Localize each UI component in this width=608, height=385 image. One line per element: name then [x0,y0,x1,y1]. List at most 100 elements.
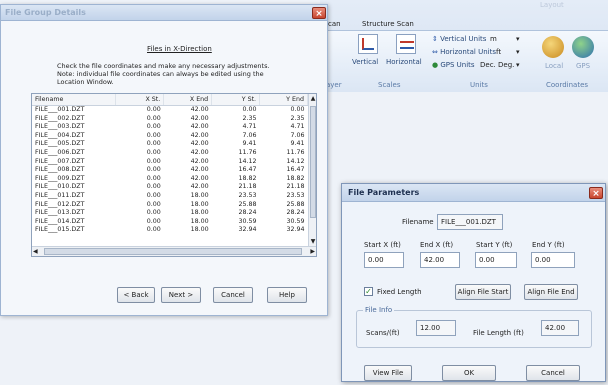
vertical-button[interactable]: Vertical [352,58,378,66]
table-row[interactable]: FILE___010.DZT 0.00 42.00 21.18 21.18 [32,183,308,192]
column-header-x-end[interactable]: X End [163,94,213,106]
gps-units-dropdown-icon: ▾ [516,61,520,69]
file-group-details-titlebar[interactable]: File Group Details [1,5,327,21]
dialog-cancel-button[interactable]: Cancel [526,365,580,381]
local-button[interactable]: Local [545,62,563,70]
cell-filename: FILE___002.DZT [35,114,85,122]
filename-field[interactable]: FILE___001.DZT [437,214,503,230]
cell-value: 42.00 [190,123,209,131]
scans-per-ft-field[interactable]: 12.00 [416,320,456,336]
table-row[interactable]: FILE___002.DZT 0.00 42.00 2.35 2.35 [32,115,308,124]
tab-scan[interactable]: can [328,20,341,28]
vertical-scale-icon[interactable] [358,34,378,54]
scroll-right-icon[interactable]: ▶ [310,247,315,256]
cell-filename: FILE___012.DZT [35,200,85,208]
cell-value: 0.00 [146,191,161,199]
table-horizontal-scrollbar[interactable]: ◀ ▶ [32,246,316,256]
horizontal-button[interactable]: Horizontal [386,58,422,66]
ribbon: Layout can Structure Scan ▸▸▸ ayer Verti… [320,0,608,92]
gps-units-row[interactable]: ● GPS Units Dec. Deg. ▾ [432,61,522,72]
column-header-y-end[interactable]: Y End [259,94,308,106]
table-row[interactable]: FILE___001.DZT 0.00 42.00 0.00 0.00 [32,106,308,115]
local-coordinates-icon[interactable] [542,36,564,58]
cell-value: 18.00 [190,191,209,199]
align-file-end-button[interactable]: Align File End [524,284,578,300]
cell-value: 42.00 [190,166,209,174]
file-length-label: File Length (ft) [473,329,524,337]
cell-value: 14.12 [286,157,305,165]
dialog-close-icon[interactable]: × [589,187,603,199]
column-header-y-start[interactable]: Y St. [211,94,261,106]
tab-structure-scan[interactable]: Structure Scan [362,20,414,28]
view-file-button[interactable]: View File [364,365,412,381]
table-row[interactable]: FILE___006.DZT 0.00 42.00 11.76 11.76 [32,149,308,158]
column-header-filename[interactable]: Filename [32,94,117,106]
start-y-field[interactable]: 0.00 [475,252,517,268]
scroll-thumb[interactable] [310,106,316,218]
cell-value: 9.41 [242,140,257,148]
files-direction-heading: Files in X-Direction [147,45,212,53]
back-button[interactable]: < Back [117,287,155,303]
cell-value: 0.00 [146,217,161,225]
table-row[interactable]: FILE___014.DZT 0.00 18.00 30.59 30.59 [32,218,308,227]
table-row[interactable]: FILE___003.DZT 0.00 42.00 4.71 4.71 [32,123,308,132]
table-row[interactable]: FILE___007.DZT 0.00 42.00 14.12 14.12 [32,158,308,167]
start-x-label: Start X (ft) [364,241,401,249]
cancel-button[interactable]: Cancel [213,287,253,303]
file-info-label: File Info [363,306,395,314]
cell-value: 28.24 [286,209,305,217]
cell-filename: FILE___004.DZT [35,131,85,139]
cell-value: 2.35 [242,114,257,122]
cell-value: 0.00 [146,157,161,165]
cell-value: 0.00 [146,174,161,182]
cell-value: 7.06 [290,131,305,139]
vertical-units-row[interactable]: ⇕ Vertical Units m ▾ [432,35,522,46]
scroll-up-icon[interactable]: ▲ [309,94,316,103]
cell-value: 32.94 [286,226,305,234]
scroll-left-icon[interactable]: ◀ [33,247,38,256]
close-icon[interactable]: × [312,7,326,19]
cell-value: 0.00 [146,226,161,234]
next-button[interactable]: Next > [161,287,201,303]
cell-value: 18.00 [190,226,209,234]
table-row[interactable]: FILE___004.DZT 0.00 42.00 7.06 7.06 [32,132,308,141]
cell-value: 4.71 [290,123,305,131]
file-parameters-titlebar[interactable]: File Parameters [342,184,605,202]
cell-value: 28.24 [238,209,257,217]
table-row[interactable]: FILE___012.DZT 0.00 18.00 25.88 25.88 [32,201,308,210]
file-length-field[interactable]: 42.00 [541,320,579,336]
horizontal-units-row[interactable]: ⇔ Horizontal Units ft ▾ [432,48,522,59]
table-row[interactable]: FILE___009.DZT 0.00 42.00 18.82 18.82 [32,175,308,184]
vertical-units-label: Vertical Units [440,35,487,43]
cell-value: 23.53 [286,191,305,199]
horizontal-scale-icon[interactable] [396,34,416,54]
table-row[interactable]: FILE___008.DZT 0.00 42.00 16.47 16.47 [32,166,308,175]
fixed-length-checkbox[interactable]: ✓ [364,287,373,296]
start-x-field[interactable]: 0.00 [364,252,404,268]
filename-label: Filename [402,218,434,226]
end-x-field[interactable]: 42.00 [420,252,460,268]
cell-filename: FILE___014.DZT [35,217,85,225]
ok-button[interactable]: OK [442,365,496,381]
help-button[interactable]: Help [267,287,307,303]
column-header-x-start[interactable]: X St. [115,94,165,106]
gps-coordinates-icon[interactable] [572,36,594,58]
table-row[interactable]: FILE___005.DZT 0.00 42.00 9.41 9.41 [32,140,308,149]
align-file-start-button[interactable]: Align File Start [455,284,511,300]
gps-button[interactable]: GPS [576,62,590,70]
cell-value: 0.00 [146,114,161,122]
end-y-field[interactable]: 0.00 [531,252,575,268]
files-table[interactable]: Filename X St. X End Y St. Y End FILE___… [31,93,317,257]
table-vertical-scrollbar[interactable]: ▲ ▼ [308,94,316,246]
cell-value: 11.76 [238,148,257,156]
group-label-scales: Scales [378,81,401,89]
table-row[interactable]: FILE___015.DZT 0.00 18.00 32.94 32.94 [32,226,308,235]
scroll-h-thumb[interactable] [44,248,302,255]
cell-value: 16.47 [238,166,257,174]
file-group-details-window: File Group Details × Files in X-Directio… [0,4,328,316]
scroll-down-icon[interactable]: ▼ [309,237,316,246]
table-row[interactable]: FILE___011.DZT 0.00 18.00 23.53 23.53 [32,192,308,201]
table-row[interactable]: FILE___013.DZT 0.00 18.00 28.24 28.24 [32,209,308,218]
fixed-length-label[interactable]: Fixed Length [377,288,422,296]
cell-value: 25.88 [286,200,305,208]
